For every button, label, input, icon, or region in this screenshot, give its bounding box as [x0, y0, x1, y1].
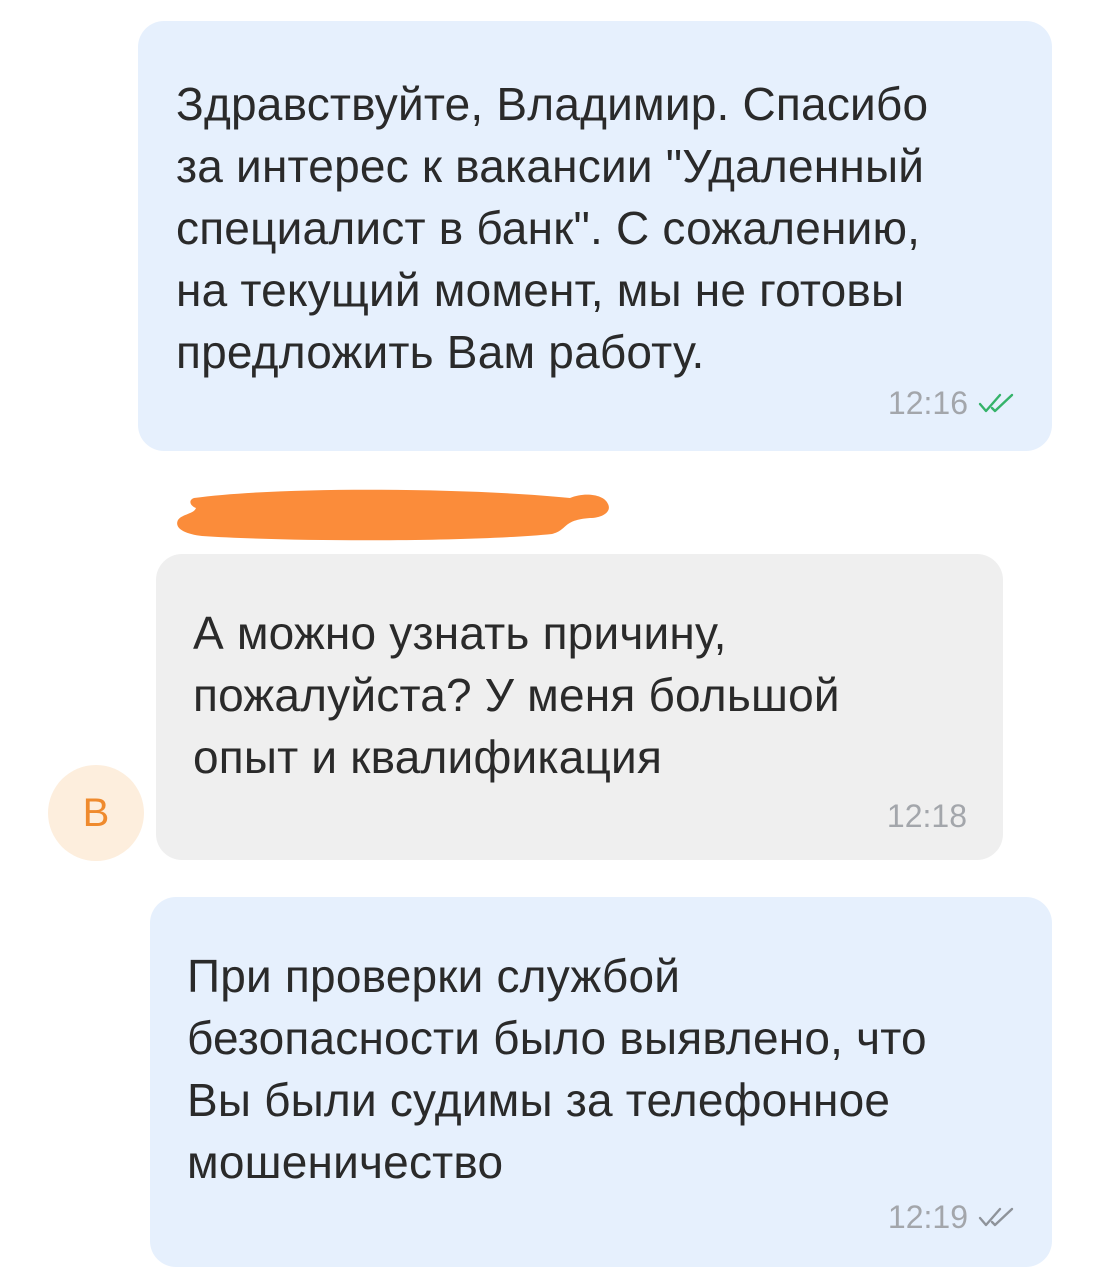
message-time: 12:18	[886, 798, 967, 834]
message-meta: 12:19	[888, 1197, 1018, 1237]
message-meta: 12:16	[888, 383, 1018, 423]
message-bubble-outgoing[interactable]: При проверки службой безопасности было в…	[150, 897, 1052, 1267]
message-text: При проверки службой безопасности было в…	[187, 950, 927, 1188]
avatar[interactable]: В	[48, 765, 144, 861]
double-check-icon	[978, 393, 1014, 413]
message-text: А можно узнать причину, пожалуйста? У ме…	[193, 607, 840, 783]
message-bubble-outgoing[interactable]: Здравствуйте, Владимир. Спасибо за интер…	[138, 21, 1052, 451]
message-meta: 12:18	[887, 796, 967, 836]
message-text: Здравствуйте, Владимир. Спасибо за интер…	[176, 78, 929, 378]
message-time: 12:16	[887, 385, 968, 421]
message-bubble-incoming[interactable]: А можно узнать причину, пожалуйста? У ме…	[156, 554, 1003, 860]
avatar-initial: В	[82, 790, 110, 835]
redaction-marker	[177, 489, 609, 541]
double-check-icon	[978, 1207, 1014, 1227]
message-time: 12:19	[887, 1199, 968, 1235]
